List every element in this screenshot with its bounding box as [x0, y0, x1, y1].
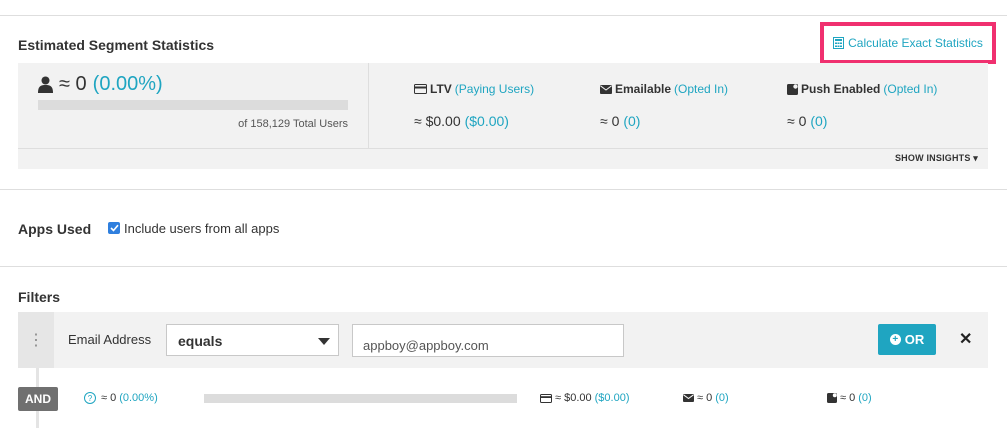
chevron-down-icon — [318, 338, 330, 345]
calculate-exact-statistics-label: Calculate Exact Statistics — [848, 36, 983, 50]
filter-emailable-sub: (0) — [715, 392, 729, 404]
filters-title: Filters — [18, 289, 61, 305]
envelope-icon — [683, 394, 694, 402]
filter-field-label: Email Address — [68, 332, 152, 347]
user-icon — [38, 76, 53, 93]
user-count-value: ≈ 0 — [59, 73, 87, 95]
remove-filter-icon[interactable]: ✕ — [959, 329, 972, 349]
filter-row-count: ? ≈ 0 (0.00%) — [84, 392, 158, 404]
push-icon — [787, 83, 798, 95]
stats-divider — [0, 189, 1007, 190]
filter-operator-value: equals — [178, 333, 223, 349]
user-count: ≈ 0 (0.00%) — [38, 73, 163, 96]
calculate-exact-statistics-link[interactable]: Calculate Exact Statistics — [820, 22, 996, 64]
push-value-sub: (0) — [810, 113, 828, 129]
metric-emailable-label: Emailable — [615, 82, 672, 96]
apps-used-label: Apps Used — [18, 221, 92, 237]
credit-card-icon — [540, 393, 552, 403]
apps-divider — [0, 266, 1007, 267]
drag-handle-icon[interactable]: ⋮ — [18, 312, 54, 368]
filter-ltv-value: ≈ $0.00 — [555, 392, 592, 404]
metric-emailable-sub: (Opted In) — [674, 82, 729, 96]
filter-row: ⋮ Email Address equals + OR ✕ — [18, 312, 988, 368]
or-button-label: OR — [904, 332, 925, 347]
check-icon — [109, 224, 119, 232]
segment-stats-panel: ≈ 0 (0.00%) of 158,129 Total Users LTV (… — [18, 63, 988, 169]
include-all-apps-label[interactable]: Include users from all apps — [124, 221, 279, 236]
emailable-value-sub: (0) — [623, 113, 641, 129]
add-or-filter-button[interactable]: + OR — [878, 324, 936, 355]
metric-ltv-label: LTV — [430, 82, 452, 96]
metric-push-label: Push Enabled — [801, 82, 881, 96]
filter-value-input[interactable] — [352, 324, 624, 357]
segment-progress-bar — [38, 100, 348, 110]
filter-ltv-sub: ($0.00) — [594, 392, 630, 404]
user-count-percent: (0.00%) — [92, 73, 163, 95]
filter-count-percent: (0.00%) — [119, 392, 158, 404]
filter-push-value: ≈ 0 — [840, 392, 856, 404]
insights-bar: SHOW INSIGHTS ▾ — [18, 148, 988, 169]
metric-emailable-value: ≈ 0 (0) — [600, 113, 640, 129]
filter-row-push: ≈ 0 (0) — [827, 392, 872, 404]
filter-row-ltv: ≈ $0.00 ($0.00) — [540, 392, 629, 404]
filter-push-sub: (0) — [858, 392, 872, 404]
filter-count-value: ≈ 0 — [101, 392, 117, 404]
show-insights-label: SHOW INSIGHTS — [894, 153, 971, 163]
envelope-icon — [600, 84, 612, 94]
include-all-apps-checkbox[interactable] — [108, 222, 120, 234]
total-users-label: of 158,129 Total Users — [238, 118, 348, 130]
metric-emailable: Emailable (Opted In) — [600, 82, 728, 96]
metric-push-value: ≈ 0 (0) — [787, 113, 827, 129]
emailable-value: ≈ 0 — [600, 113, 620, 129]
metric-push: Push Enabled (Opted In) — [787, 82, 937, 96]
metric-ltv-value: ≈ $0.00 ($0.00) — [414, 113, 509, 129]
ltv-value: ≈ $0.00 — [414, 113, 461, 129]
ltv-value-sub: ($0.00) — [464, 113, 509, 129]
show-insights-button[interactable]: SHOW INSIGHTS ▾ — [895, 153, 978, 164]
filter-emailable-value: ≈ 0 — [697, 392, 713, 404]
stats-summary: ≈ 0 (0.00%) of 158,129 Total Users — [18, 63, 369, 148]
and-connector-badge[interactable]: AND — [18, 387, 58, 411]
filter-progress-bar — [204, 394, 517, 403]
push-value: ≈ 0 — [787, 113, 807, 129]
metric-ltv: LTV (Paying Users) — [414, 82, 534, 96]
calculator-icon — [833, 37, 845, 49]
metric-ltv-sub: (Paying Users) — [454, 82, 535, 96]
segment-stats-title: Estimated Segment Statistics — [18, 37, 215, 53]
plus-circle-icon: + — [889, 334, 901, 345]
credit-card-icon — [414, 84, 427, 94]
filter-operator-select[interactable]: equals — [166, 324, 339, 356]
filter-row-emailable: ≈ 0 (0) — [683, 392, 729, 404]
help-icon[interactable]: ? — [84, 392, 96, 404]
top-divider — [0, 15, 1007, 16]
push-icon — [827, 393, 837, 403]
metric-push-sub: (Opted In) — [883, 82, 938, 96]
caret-down-icon: ▾ — [973, 153, 978, 163]
